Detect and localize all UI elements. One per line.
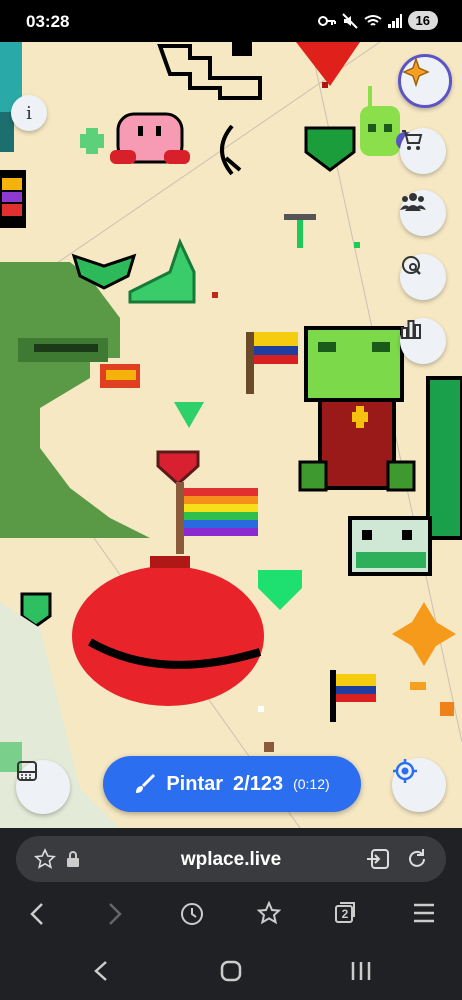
system-home-icon[interactable] xyxy=(220,960,242,982)
forward-icon[interactable] xyxy=(104,902,124,926)
open-in-app-icon[interactable] xyxy=(366,848,390,870)
crosshair-icon xyxy=(393,759,417,783)
people-icon xyxy=(400,193,426,211)
system-nav-bar xyxy=(0,950,462,1000)
search-button[interactable] xyxy=(400,254,446,300)
mute-icon xyxy=(342,13,358,29)
menu-icon[interactable] xyxy=(412,902,436,924)
history-icon[interactable] xyxy=(180,902,204,926)
bookmarks-icon[interactable] xyxy=(256,901,282,927)
key-icon xyxy=(318,16,336,26)
back-icon[interactable] xyxy=(28,902,48,926)
palette-button[interactable] xyxy=(16,760,70,814)
paint-timer: (0:12) xyxy=(293,776,330,792)
tabs-button[interactable]: 2 xyxy=(334,901,358,925)
palette-icon xyxy=(17,761,37,781)
wifi-icon xyxy=(364,15,382,26)
browser-toolbar: wplace.live 2 xyxy=(0,828,462,1000)
map-pin-icon xyxy=(402,57,430,87)
system-recents-icon[interactable] xyxy=(350,960,372,982)
bar-chart-icon xyxy=(401,320,421,339)
tab-count: 2 xyxy=(341,907,349,921)
status-bar: 03:28 16 xyxy=(0,0,462,42)
paintbrush-icon xyxy=(136,773,156,793)
battery-level: 16 xyxy=(407,11,438,30)
pixel-art-canvas xyxy=(0,42,462,828)
pixel-canvas[interactable]: i 9 xyxy=(0,42,462,828)
level-button[interactable] xyxy=(398,54,452,108)
signal-icon xyxy=(388,14,402,28)
leaderboard-button[interactable] xyxy=(400,318,446,364)
reload-icon[interactable] xyxy=(406,848,428,870)
store-button[interactable] xyxy=(400,128,446,174)
paint-label: Pintar xyxy=(166,772,224,795)
status-time: 03:28 xyxy=(26,12,70,31)
system-back-icon[interactable] xyxy=(92,960,110,982)
status-icons xyxy=(318,13,402,29)
shopping-cart-icon xyxy=(402,130,423,150)
browser-nav-row: 2 xyxy=(0,898,462,932)
info-button[interactable]: i xyxy=(11,95,47,131)
paint-button[interactable]: Pintar 2/123 (0:12) xyxy=(103,756,361,812)
locate-button[interactable] xyxy=(392,758,446,812)
address-bar[interactable]: wplace.live xyxy=(16,836,446,882)
paint-count: 2/123 xyxy=(233,772,284,795)
globe-search-icon xyxy=(402,256,421,275)
community-button[interactable] xyxy=(400,190,446,236)
